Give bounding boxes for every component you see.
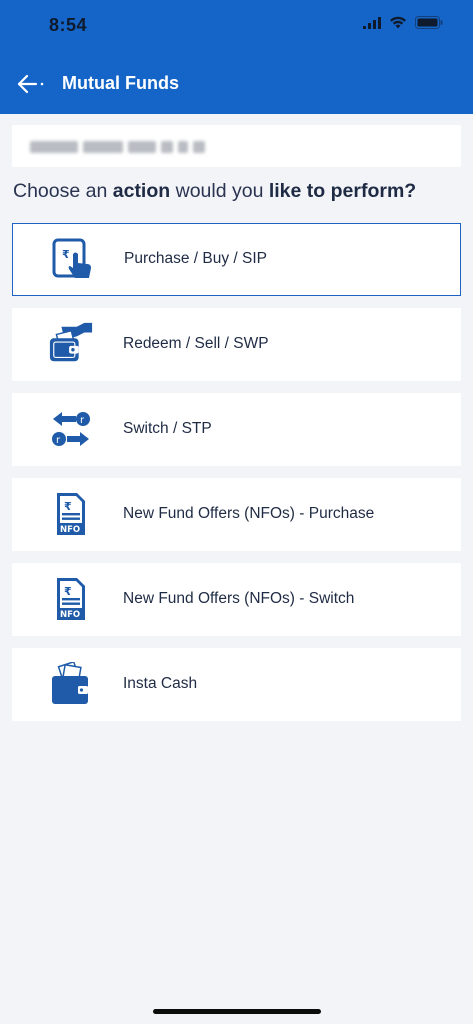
back-button[interactable] [16,72,50,96]
action-label: Purchase / Buy / SIP [124,250,268,267]
prompt-text-1: Choose an [13,180,113,202]
app-header: 8:54 Mutual Funds [0,0,473,114]
svg-text:₹: ₹ [64,585,72,598]
action-label: New Fund Offers (NFOs) - Switch [123,590,355,607]
status-icons [363,16,443,29]
prompt-bold-1: action [112,180,171,202]
signal-icon [363,16,381,29]
action-label: Redeem / Sell / SWP [123,335,269,352]
svg-text:NFO: NFO [60,525,80,535]
action-insta-cash[interactable]: Insta Cash [12,648,461,721]
nfo-icon: ₹ NFO [48,491,94,537]
wallet-icon [48,661,94,707]
purchase-icon: ₹ [49,236,95,282]
home-indicator[interactable] [153,1009,321,1014]
prompt-bold-2: like to perform? [268,180,417,202]
back-arrow-icon [17,74,44,94]
nfo-icon: ₹ NFO [48,576,94,622]
action-nfo-switch[interactable]: ₹ NFO New Fund Offers (NFOs) - Switch [12,563,461,636]
title-row: Mutual Funds [0,62,473,104]
action-redeem[interactable]: Redeem / Sell / SWP [12,308,461,381]
prompt-text-2: would you [170,180,269,202]
action-prompt: Choose an action would you like to perfo… [13,180,416,203]
redeem-icon [48,321,94,367]
wifi-icon [390,16,406,29]
action-label: Switch / STP [123,420,212,437]
action-switch[interactable]: r r Switch / STP [12,393,461,466]
masked-account-name [30,141,210,153]
status-time: 8:54 [49,15,88,35]
action-label: Insta Cash [123,675,198,692]
page-title: Mutual Funds [62,73,179,93]
action-purchase[interactable]: ₹ Purchase / Buy / SIP [12,223,461,296]
svg-text:₹: ₹ [64,500,72,513]
svg-text:₹: ₹ [62,248,70,261]
switch-icon: r r [48,406,94,452]
battery-icon [415,16,443,29]
svg-text:NFO: NFO [60,610,80,620]
account-selector[interactable] [12,125,461,167]
action-label: New Fund Offers (NFOs) - Purchase [123,505,375,522]
action-nfo-purchase[interactable]: ₹ NFO New Fund Offers (NFOs) - Purchase [12,478,461,551]
